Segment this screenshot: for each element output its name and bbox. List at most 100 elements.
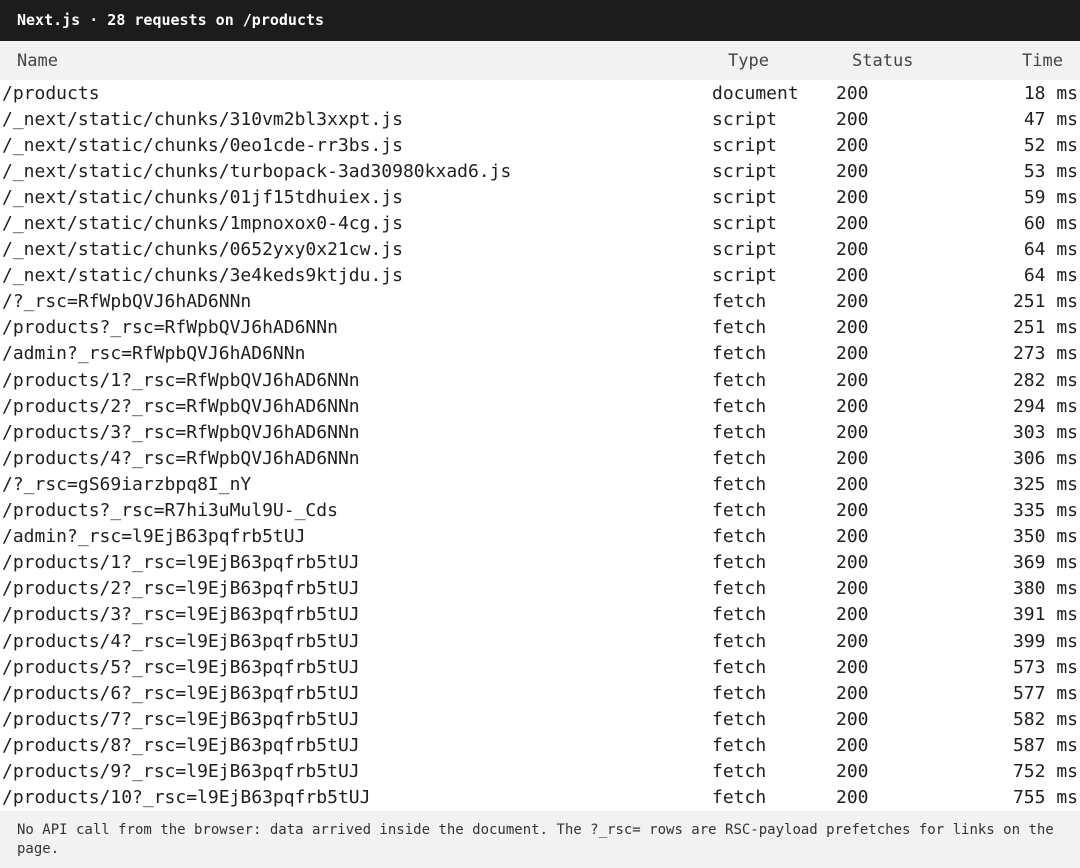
table-row[interactable]: /?_rsc=RfWpbQVJ6hAD6NNn fetch 200 251 ms (0, 289, 1080, 315)
request-time: 64 ms (1023, 239, 1078, 261)
request-status: 200 (836, 526, 869, 548)
table-row[interactable]: /products/2?_rsc=RfWpbQVJ6hAD6NNn fetch 20… (0, 393, 1080, 419)
table-row[interactable]: /products?_rsc=R7hi3uMul9U-_Cds fetch 200 3… (0, 498, 1080, 524)
table-row[interactable]: /products/9?_rsc=l9EjB63pqfrb5tUJ fetch 20… (0, 758, 1080, 784)
table-row[interactable]: /_next/static/chunks/turbopack-3ad30980k… (0, 158, 1080, 184)
request-time: 251 ms (1012, 317, 1078, 339)
request-name: /?_rsc=RfWpbQVJ6hAD6NNn (2, 291, 252, 313)
request-time: 587 ms (1012, 734, 1078, 756)
table-row[interactable]: /_next/static/chunks/01jf15tdhuiex.js scr… (0, 184, 1080, 210)
request-time: 325 ms (1012, 473, 1078, 495)
request-type: script (712, 186, 778, 208)
table-row[interactable]: /_next/static/chunks/310vm2bl3xxpt.js scr… (0, 106, 1080, 132)
request-type: fetch (712, 447, 767, 469)
table-row[interactable]: /products/7?_rsc=l9EjB63pqfrb5tUJ fetch 20… (0, 706, 1080, 732)
request-time: 306 ms (1012, 447, 1078, 469)
request-time: 294 ms (1012, 395, 1078, 417)
table-row[interactable]: /products/4?_rsc=l9EjB63pqfrb5tUJ fetch 20… (0, 628, 1080, 654)
request-time: 64 ms (1023, 265, 1078, 287)
request-time: 391 ms (1012, 604, 1078, 626)
request-status: 200 (836, 604, 869, 626)
table-row[interactable]: /products/5?_rsc=l9EjB63pqfrb5tUJ fetch 20… (0, 654, 1080, 680)
request-type: script (712, 160, 778, 182)
request-name: /admin?_rsc=l9EjB63pqfrb5tUJ (2, 526, 306, 548)
column-header-status[interactable]: Status (836, 41, 966, 80)
request-status: 200 (836, 343, 869, 365)
request-time: 369 ms (1012, 552, 1078, 574)
request-type: fetch (712, 395, 767, 417)
request-type: fetch (712, 630, 767, 652)
request-type: script (712, 108, 778, 130)
request-type: fetch (712, 369, 767, 391)
table-row[interactable]: /products/6?_rsc=l9EjB63pqfrb5tUJ fetch 20… (0, 680, 1080, 706)
request-status: 200 (836, 760, 869, 782)
request-status: 200 (836, 578, 869, 600)
request-status: 200 (836, 265, 869, 287)
request-type: script (712, 265, 778, 287)
column-header-time[interactable]: Time (966, 41, 1080, 80)
request-time: 59 ms (1023, 186, 1078, 208)
request-type: fetch (712, 552, 767, 574)
table-header-row: Name Type Status Time (0, 41, 1080, 80)
table-row[interactable]: /?_rsc=gS69iarzbpq8I_nY fetch 200 325 ms (0, 471, 1080, 497)
request-type: fetch (712, 317, 767, 339)
request-type: fetch (712, 682, 767, 704)
table-row[interactable]: /products/8?_rsc=l9EjB63pqfrb5tUJ fetch 20… (0, 732, 1080, 758)
request-status: 200 (836, 160, 869, 182)
request-name: /products/3?_rsc=RfWpbQVJ6hAD6NNn (2, 421, 360, 443)
table-row[interactable]: /products/10?_rsc=l9EjB63pqfrb5tUJ fetch 2… (0, 785, 1080, 811)
column-header-name[interactable]: Name (0, 41, 712, 80)
table-row[interactable]: /products/1?_rsc=RfWpbQVJ6hAD6NNn fetch 20… (0, 367, 1080, 393)
request-time: 582 ms (1012, 708, 1078, 730)
network-requests-table: Name Type Status Time /products document 2… (0, 41, 1080, 811)
table-row[interactable]: /admin?_rsc=l9EjB63pqfrb5tUJ fetch 200 350 … (0, 524, 1080, 550)
table-row[interactable]: /products document 200 18 ms (0, 80, 1080, 106)
request-time: 335 ms (1012, 500, 1078, 522)
request-type: fetch (712, 421, 767, 443)
request-status: 200 (836, 630, 869, 652)
request-status: 200 (836, 656, 869, 678)
request-time: 273 ms (1012, 343, 1078, 365)
table-row[interactable]: /products?_rsc=RfWpbQVJ6hAD6NNn fetch 200 2… (0, 315, 1080, 341)
table-row[interactable]: /_next/static/chunks/0eo1cde-rr3bs.js scr… (0, 132, 1080, 158)
request-type: fetch (712, 734, 767, 756)
request-status: 200 (836, 317, 869, 339)
request-name: /products/3?_rsc=l9EjB63pqfrb5tUJ (2, 604, 360, 626)
table-row[interactable]: /products/4?_rsc=RfWpbQVJ6hAD6NNn fetch 20… (0, 445, 1080, 471)
table-row[interactable]: /products/1?_rsc=l9EjB63pqfrb5tUJ fetch 20… (0, 550, 1080, 576)
request-time: 399 ms (1012, 630, 1078, 652)
request-name: /products/2?_rsc=l9EjB63pqfrb5tUJ (2, 578, 360, 600)
table-body: /products document 200 18 ms/_next/static/c… (0, 80, 1080, 811)
request-type: script (712, 239, 778, 261)
request-type: fetch (712, 473, 767, 495)
request-name: /_next/static/chunks/1mpnoxox0-4cg.js (2, 213, 403, 235)
request-status: 200 (836, 395, 869, 417)
request-status: 200 (836, 291, 869, 313)
table-row[interactable]: /products/3?_rsc=RfWpbQVJ6hAD6NNn fetch 20… (0, 419, 1080, 445)
panel-title: Next.js · 28 requests on /products (0, 0, 1080, 41)
table-row[interactable]: /_next/static/chunks/0652yxy0x21cw.js scr… (0, 237, 1080, 263)
column-header-type[interactable]: Type (712, 41, 836, 80)
table-row[interactable]: /products/2?_rsc=l9EjB63pqfrb5tUJ fetch 20… (0, 576, 1080, 602)
request-time: 573 ms (1012, 656, 1078, 678)
request-time: 380 ms (1012, 578, 1078, 600)
request-time: 60 ms (1023, 213, 1078, 235)
request-time: 251 ms (1012, 291, 1078, 313)
table-row[interactable]: /products/3?_rsc=l9EjB63pqfrb5tUJ fetch 20… (0, 602, 1080, 628)
request-type: fetch (712, 500, 767, 522)
request-type: fetch (712, 343, 767, 365)
table-row[interactable]: /_next/static/chunks/3e4keds9ktjdu.js scr… (0, 263, 1080, 289)
request-time: 18 ms (1023, 82, 1078, 104)
request-time: 52 ms (1023, 134, 1078, 156)
request-type: fetch (712, 760, 767, 782)
request-status: 200 (836, 734, 869, 756)
request-name: /products/1?_rsc=l9EjB63pqfrb5tUJ (2, 552, 360, 574)
request-status: 200 (836, 369, 869, 391)
request-time: 282 ms (1012, 369, 1078, 391)
request-name: /?_rsc=gS69iarzbpq8I_nY (2, 473, 252, 495)
table-row[interactable]: /admin?_rsc=RfWpbQVJ6hAD6NNn fetch 200 273 … (0, 341, 1080, 367)
request-status: 200 (836, 213, 869, 235)
request-time: 303 ms (1012, 421, 1078, 443)
table-row[interactable]: /_next/static/chunks/1mpnoxox0-4cg.js scr… (0, 210, 1080, 236)
request-name: /products (2, 82, 100, 104)
